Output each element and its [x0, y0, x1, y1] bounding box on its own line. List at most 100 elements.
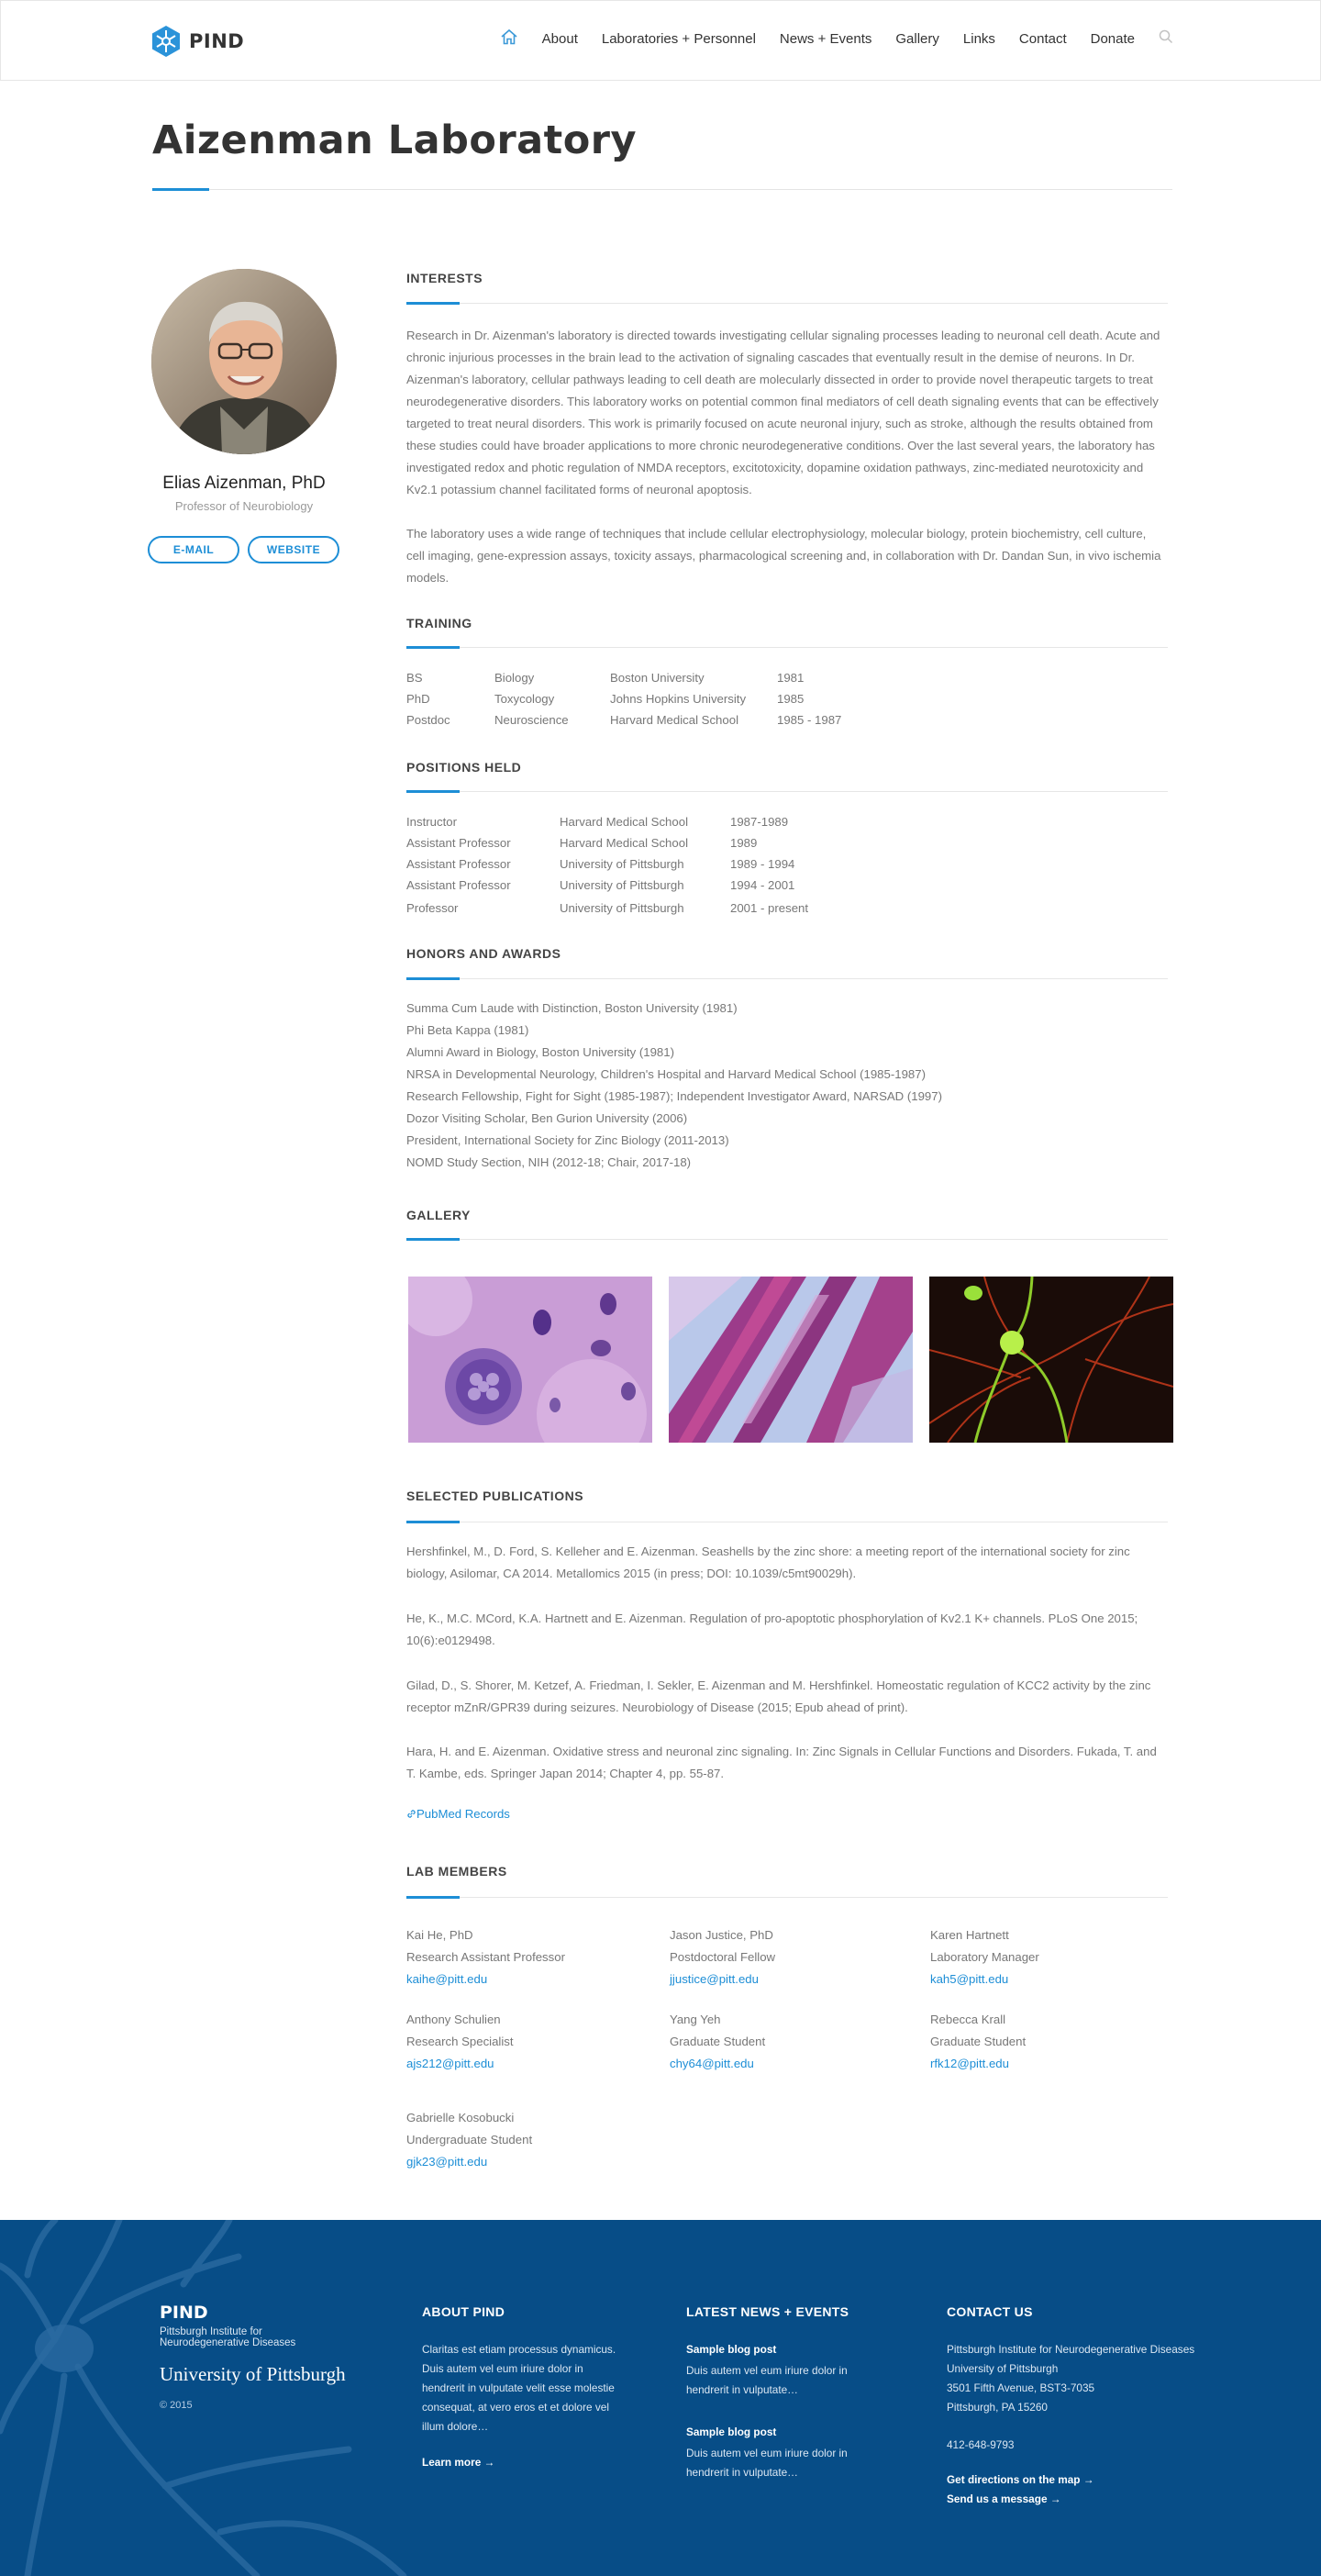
position-title: Assistant Professor	[406, 857, 511, 871]
profile-role: Professor of Neurobiology	[174, 499, 314, 513]
top-navigation-bar: PIND About Laboratories + Personnel News…	[0, 0, 1321, 81]
member-email-link[interactable]: rfk12@pitt.edu	[930, 2057, 1009, 2070]
send-message-link[interactable]: Send us a message →	[947, 2492, 1061, 2505]
training-school: Johns Hopkins University	[610, 692, 747, 706]
publications-heading: SELECTED PUBLICATIONS	[406, 1489, 584, 1503]
contact-phone: 412-648-9793	[947, 2438, 1015, 2451]
nav-item-news-events[interactable]: News + Events	[780, 31, 871, 47]
address-line: Pittsburgh Institute for Neurodegenerati…	[947, 2343, 1195, 2356]
section-divider	[406, 791, 1168, 792]
blog-post-link[interactable]: Sample blog post	[686, 2425, 776, 2438]
lab-member: Anthony Schulien Research Specialist ajs…	[406, 2009, 514, 2075]
training-year: 1981	[777, 671, 805, 685]
training-field: Biology	[494, 671, 535, 685]
page-title: Aizenman Laboratory	[152, 117, 638, 163]
footer-logo[interactable]: PIND	[160, 2303, 208, 2323]
honor-item: NOMD Study Section, NIH (2012-18; Chair,…	[406, 1155, 692, 1169]
honor-item: President, International Society for Zin…	[406, 1133, 729, 1147]
member-email-link[interactable]: kaihe@pitt.edu	[406, 1972, 487, 1986]
position-title: Professor	[406, 901, 459, 915]
lab-member: Gabrielle Kosobucki Undergraduate Studen…	[406, 2107, 532, 2173]
member-name: Karen Hartnett	[930, 1928, 1009, 1942]
blog-post-excerpt: Duis autem vel eum iriure dolor in hendr…	[686, 2447, 848, 2479]
section-accent-bar	[406, 790, 460, 793]
member-email-link[interactable]: jjustice@pitt.edu	[670, 1972, 759, 1986]
pubmed-records-link[interactable]: PubMed Records	[406, 1807, 510, 1821]
honors-list: Summa Cum Laude with Distinction, Boston…	[406, 998, 942, 1174]
section-accent-bar	[406, 1521, 460, 1523]
member-email-link[interactable]: gjk23@pitt.edu	[406, 2155, 487, 2169]
training-year: 1985 - 1987	[777, 713, 842, 727]
training-degree: BS	[406, 671, 423, 685]
interests-paragraph-2: The laboratory uses a wide range of tech…	[406, 527, 1161, 585]
pubmed-link-label: PubMed Records	[416, 1807, 510, 1821]
member-name: Rebecca Krall	[930, 2013, 1006, 2026]
address-line: University of Pittsburgh	[947, 2362, 1059, 2375]
website-button[interactable]: WEBSITE	[248, 536, 339, 563]
position-years: 1994 - 2001	[730, 878, 795, 892]
footer-about-text: Claritas est etiam processus dynamicus. …	[422, 2343, 616, 2433]
learn-more-link[interactable]: Learn more →	[422, 2456, 494, 2469]
publication-item: Gilad, D., S. Shorer, M. Ketzef, A. Frie…	[406, 1678, 1151, 1714]
section-accent-bar	[406, 1896, 460, 1899]
section-divider	[406, 978, 1168, 979]
nav-item-donate[interactable]: Donate	[1091, 31, 1135, 47]
nav-item-laboratories[interactable]: Laboratories + Personnel	[602, 31, 756, 47]
member-role: Research Specialist	[406, 2035, 514, 2048]
university-wordmark: University of Pittsburgh	[160, 2363, 346, 2385]
directions-link[interactable]: Get directions on the map →	[947, 2473, 1094, 2486]
section-divider	[406, 1239, 1168, 1240]
gallery-image-fluorescent-neurons[interactable]	[929, 1277, 1173, 1443]
section-divider	[406, 647, 1168, 648]
position-place: Harvard Medical School	[560, 836, 688, 850]
member-role: Research Assistant Professor	[406, 1950, 565, 1964]
search-icon[interactable]	[1159, 29, 1173, 48]
blog-post-link[interactable]: Sample blog post	[686, 2343, 776, 2356]
copyright: © 2015	[160, 2400, 193, 2411]
interests-paragraph-1: Research in Dr. Aizenman's laboratory is…	[406, 329, 1160, 496]
section-accent-bar	[406, 1238, 460, 1241]
honor-item: Dozor Visiting Scholar, Ben Gurion Unive…	[406, 1111, 688, 1125]
site-logo[interactable]: PIND	[150, 25, 244, 58]
position-years: 1989 - 1994	[730, 857, 795, 871]
section-accent-bar	[406, 302, 460, 305]
avatar	[151, 269, 337, 454]
footer-institute-name: Pittsburgh Institute for Neurodegenerati…	[160, 2326, 296, 2348]
gallery-heading: GALLERY	[406, 1208, 471, 1222]
lab-member: Kai He, PhD Research Assistant Professor…	[406, 1924, 565, 1991]
lab-members-heading: LAB MEMBERS	[406, 1864, 507, 1879]
gallery-image-stained-cells[interactable]	[408, 1277, 652, 1443]
contact-address: Pittsburgh Institute for Neurodegenerati…	[947, 2340, 1222, 2417]
pind-logo-icon	[152, 26, 180, 57]
nav-item-links[interactable]: Links	[963, 31, 995, 47]
member-email-link[interactable]: kah5@pitt.edu	[930, 1972, 1008, 1986]
honor-item: NRSA in Developmental Neurology, Childre…	[406, 1067, 926, 1081]
position-title: Instructor	[406, 815, 457, 829]
nav-item-about[interactable]: About	[542, 31, 578, 47]
training-school: Harvard Medical School	[610, 713, 738, 727]
training-year: 1985	[777, 692, 805, 706]
member-email-link[interactable]: ajs212@pitt.edu	[406, 2057, 494, 2070]
position-years: 2001 - present	[730, 901, 809, 915]
gallery-image-tissue-layers[interactable]	[669, 1277, 913, 1443]
nav-item-gallery[interactable]: Gallery	[895, 31, 939, 47]
position-title: Assistant Professor	[406, 836, 511, 850]
main-nav: About Laboratories + Personnel News + Ev…	[500, 28, 1173, 49]
position-place: University of Pittsburgh	[560, 901, 684, 915]
member-email-link[interactable]: chy64@pitt.edu	[670, 2057, 754, 2070]
lab-member: Karen Hartnett Laboratory Manager kah5@p…	[930, 1924, 1039, 1991]
position-title: Assistant Professor	[406, 878, 511, 892]
home-icon[interactable]	[500, 28, 518, 49]
training-degree: Postdoc	[406, 713, 450, 727]
interests-heading: INTERESTS	[406, 271, 483, 285]
address-line: 3501 Fifth Avenue, BST3-7035	[947, 2381, 1095, 2394]
publication-item: He, K., M.C. MCord, K.A. Hartnett and E.…	[406, 1611, 1138, 1647]
section-accent-bar	[406, 977, 460, 980]
address-line: Pittsburgh, PA 15260	[947, 2401, 1048, 2414]
training-field: Neuroscience	[494, 713, 569, 727]
section-divider	[406, 303, 1168, 304]
email-button[interactable]: E-MAIL	[148, 536, 239, 563]
link-icon	[407, 1810, 416, 1818]
nav-item-contact[interactable]: Contact	[1019, 31, 1067, 47]
brand-name: PIND	[189, 30, 245, 52]
